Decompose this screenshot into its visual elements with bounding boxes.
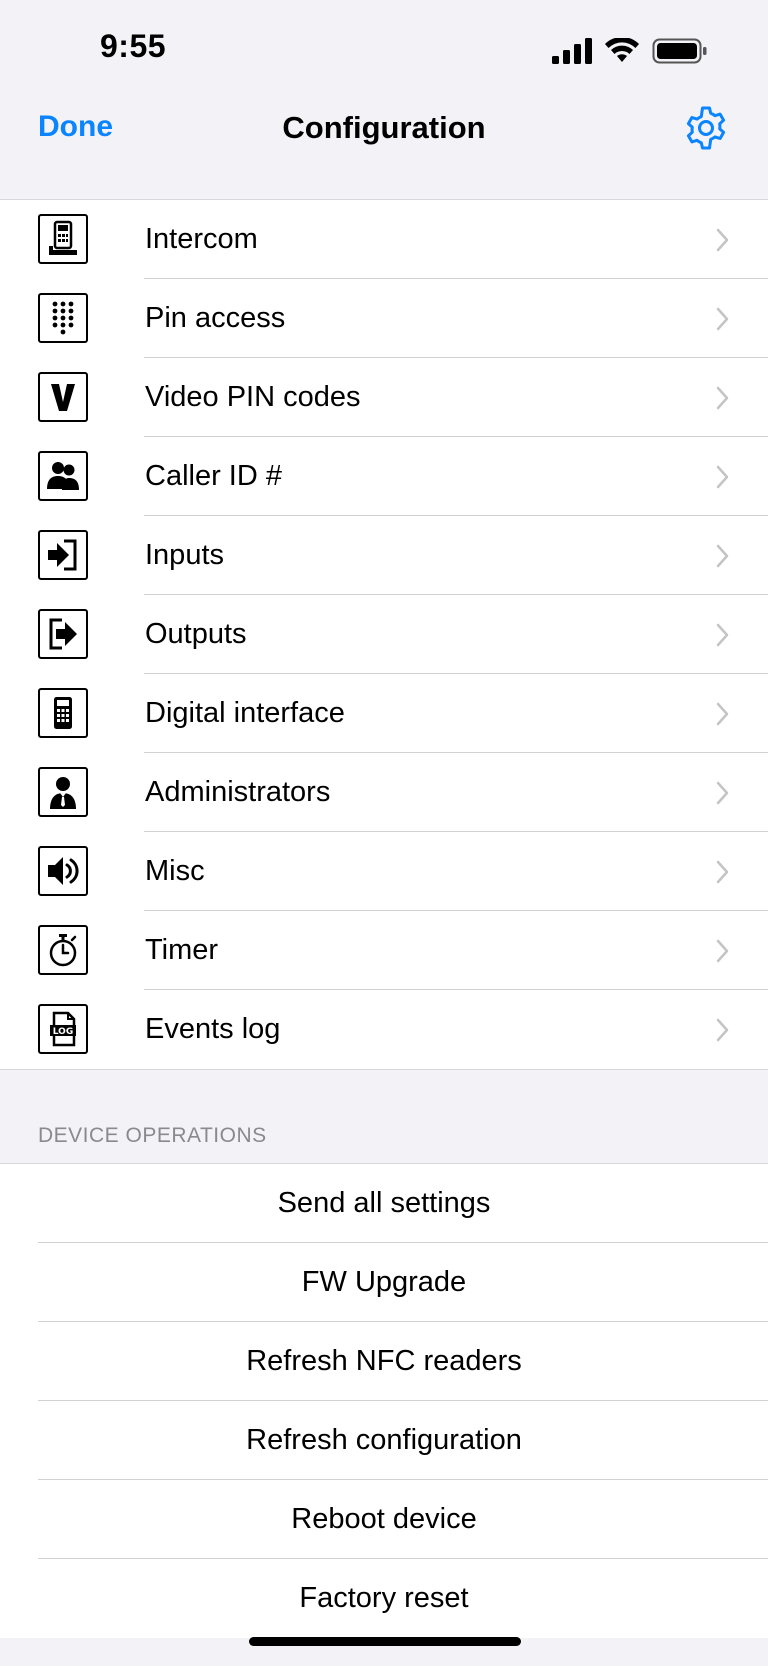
menu-item-intercom[interactable]: Intercom — [0, 200, 768, 279]
menu-item-caller-id[interactable]: Caller ID # — [0, 436, 768, 516]
menu-item-misc[interactable]: Misc — [0, 831, 768, 911]
chevron-right-icon — [716, 228, 729, 252]
log-icon: LOG — [38, 1004, 88, 1054]
administrator-icon — [38, 767, 88, 817]
caller-id-icon — [38, 451, 88, 501]
digital-interface-icon — [38, 688, 88, 738]
menu-item-label: Pin access — [145, 302, 286, 334]
chevron-right-icon — [716, 623, 729, 647]
status-icons — [552, 34, 708, 68]
chevron-right-icon — [716, 544, 729, 568]
menu-item-events-log[interactable]: LOG Events log — [0, 989, 768, 1069]
chevron-right-icon — [716, 860, 729, 884]
battery-icon — [652, 38, 707, 64]
status-bar: 9:55 — [0, 0, 768, 100]
chevron-right-icon — [716, 781, 729, 805]
menu-item-label: Outputs — [145, 618, 247, 650]
keypad-icon — [38, 293, 88, 343]
menu-item-label: Events log — [145, 1013, 281, 1045]
menu-item-digital-interface[interactable]: Digital interface — [0, 673, 768, 753]
send-all-settings-button[interactable]: Send all settings — [0, 1164, 768, 1243]
menu-item-label: Misc — [145, 855, 205, 887]
menu-item-timer[interactable]: Timer — [0, 910, 768, 990]
intercom-icon — [38, 214, 88, 264]
menu-item-label: Administrators — [145, 776, 331, 808]
menu-item-label: Inputs — [145, 539, 224, 571]
speaker-icon — [38, 846, 88, 896]
menu-item-administrators[interactable]: Administrators — [0, 752, 768, 832]
menu-item-label: Caller ID # — [145, 460, 282, 492]
menu-item-label: Digital interface — [145, 697, 345, 729]
gear-icon[interactable] — [682, 104, 730, 152]
chevron-right-icon — [716, 1018, 729, 1042]
cellular-signal-icon — [552, 38, 592, 64]
chevron-right-icon — [716, 307, 729, 331]
configuration-list: Intercom Pin access Video PIN codes Call… — [0, 199, 768, 1070]
inputs-icon — [38, 530, 88, 580]
menu-item-pin-access[interactable]: Pin access — [0, 278, 768, 358]
factory-reset-button[interactable]: Factory reset — [0, 1558, 768, 1638]
menu-item-outputs[interactable]: Outputs — [0, 594, 768, 674]
page-title: Configuration — [282, 110, 486, 145]
chevron-right-icon — [716, 939, 729, 963]
device-operations-list: Send all settings FW Upgrade Refresh NFC… — [0, 1163, 768, 1638]
section-header-device-operations: DEVICE OPERATIONS — [38, 1124, 267, 1147]
refresh-nfc-readers-button[interactable]: Refresh NFC readers — [0, 1321, 768, 1401]
svg-text:LOG: LOG — [53, 1027, 73, 1037]
menu-item-label: Timer — [145, 934, 219, 966]
fw-upgrade-button[interactable]: FW Upgrade — [0, 1242, 768, 1322]
navigation-bar: Done Configuration — [0, 92, 768, 196]
refresh-configuration-button[interactable]: Refresh configuration — [0, 1400, 768, 1480]
outputs-icon — [38, 609, 88, 659]
chevron-right-icon — [716, 386, 729, 410]
menu-item-label: Video PIN codes — [145, 381, 361, 413]
menu-item-inputs[interactable]: Inputs — [0, 515, 768, 595]
chevron-right-icon — [716, 465, 729, 489]
chevron-right-icon — [716, 702, 729, 726]
stopwatch-icon — [38, 925, 88, 975]
status-time: 9:55 — [100, 28, 167, 64]
reboot-device-button[interactable]: Reboot device — [0, 1479, 768, 1559]
home-indicator[interactable] — [249, 1637, 521, 1646]
menu-item-label: Intercom — [145, 223, 258, 255]
video-pin-icon — [38, 372, 88, 422]
menu-item-video-pin-codes[interactable]: Video PIN codes — [0, 357, 768, 437]
wifi-icon — [605, 38, 639, 62]
